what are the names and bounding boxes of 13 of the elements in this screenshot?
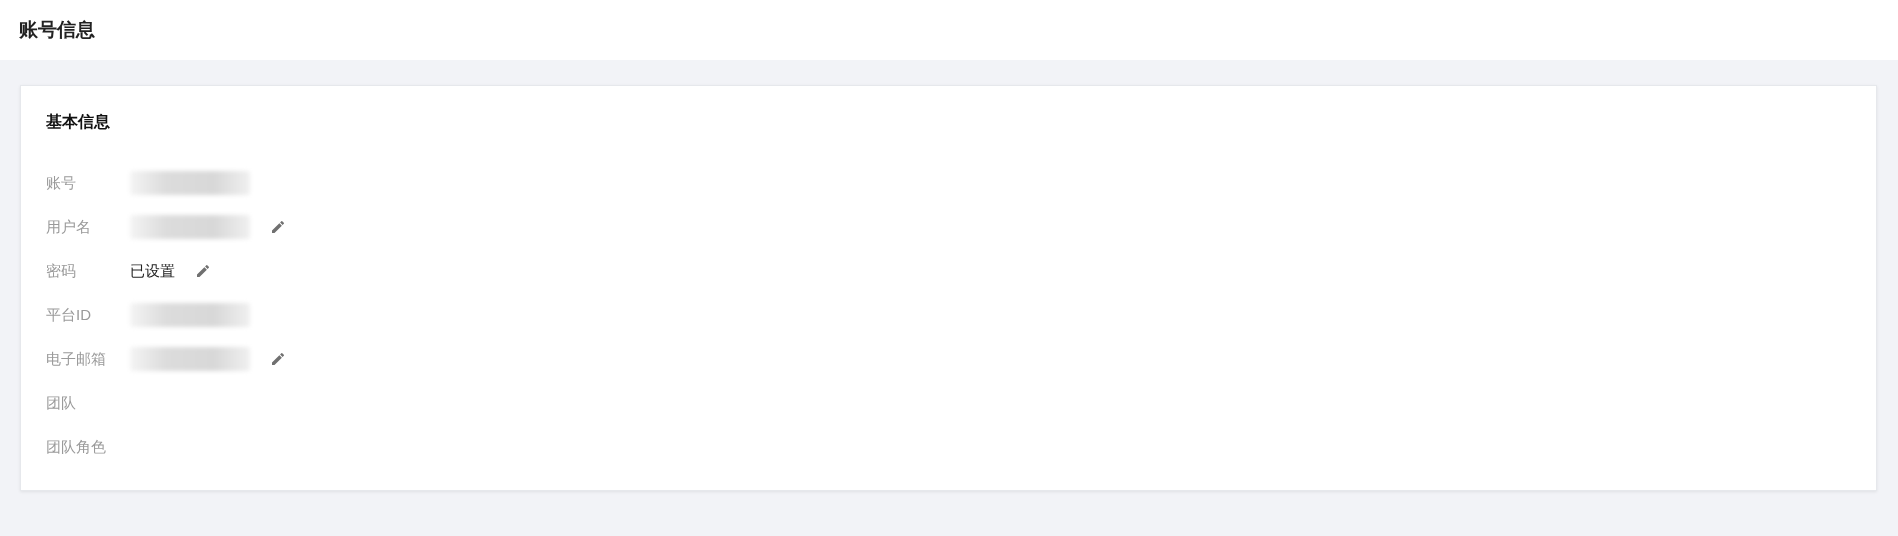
field-label: 账号 — [46, 173, 77, 193]
field-label: 平台ID — [46, 305, 92, 325]
field-label: 电子邮箱 — [46, 349, 107, 369]
field-label: 用户名 — [46, 217, 92, 237]
field-value: 已设置 — [130, 261, 175, 281]
edit-icon[interactable] — [270, 219, 286, 235]
card-title: 基本信息 — [46, 112, 110, 132]
field-label: 团队 — [46, 393, 77, 413]
field-label: 密码 — [46, 261, 77, 281]
field-label: 团队角色 — [46, 437, 107, 457]
edit-icon[interactable] — [195, 263, 211, 279]
page-title: 账号信息 — [19, 18, 95, 42]
edit-icon[interactable] — [270, 351, 286, 367]
